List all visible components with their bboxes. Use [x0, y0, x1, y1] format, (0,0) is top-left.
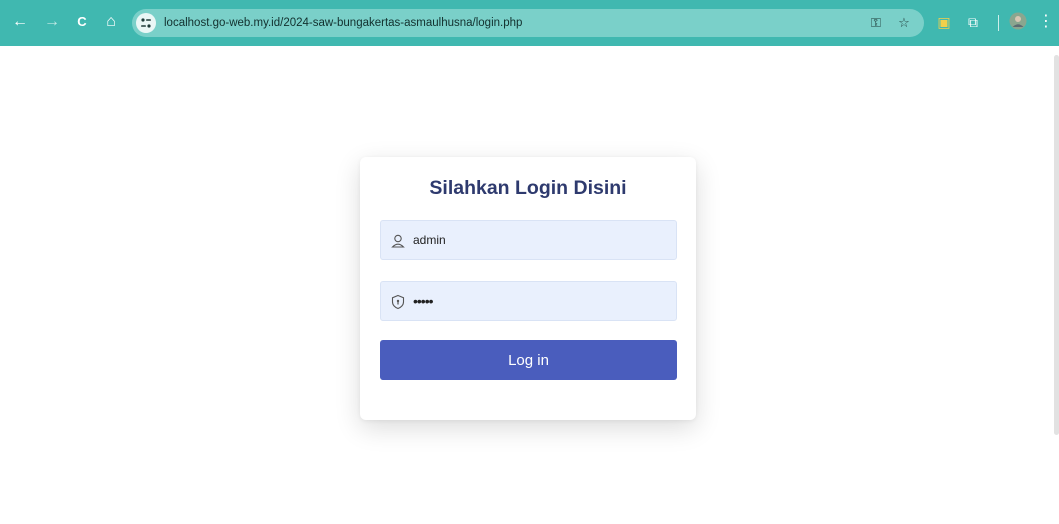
browser-toolbar: ← → C ⌂ localhost.go-web.my.id/2024-saw-…: [0, 0, 1059, 46]
address-bar[interactable]: localhost.go-web.my.id/2024-saw-bungaker…: [132, 9, 924, 37]
menu-kebab-icon[interactable]: ⋮: [1036, 12, 1056, 32]
login-title: Silahkan Login Disini: [429, 177, 627, 199]
page-scrollbar[interactable]: [1054, 55, 1059, 435]
password-input[interactable]: [413, 282, 668, 320]
toolbar-divider: [998, 15, 999, 31]
username-field[interactable]: [380, 220, 677, 260]
back-button[interactable]: ←: [10, 12, 30, 32]
key-icon[interactable]: ⚿: [866, 13, 886, 33]
extension-icon[interactable]: ▣: [934, 12, 954, 32]
login-button[interactable]: Log in: [380, 340, 677, 380]
password-field[interactable]: [380, 281, 677, 321]
login-card: Silahkan Login Disini Log in: [360, 157, 696, 420]
bookmark-star-icon[interactable]: ☆: [894, 13, 914, 33]
forward-button[interactable]: →: [42, 12, 62, 32]
url-text[interactable]: localhost.go-web.my.id/2024-saw-bungaker…: [164, 9, 522, 37]
extensions-puzzle-icon[interactable]: ⧉: [963, 12, 983, 32]
reload-button[interactable]: C: [72, 12, 92, 32]
shield-icon: [390, 294, 406, 310]
site-info-icon[interactable]: [136, 13, 156, 33]
user-icon: [390, 233, 406, 249]
profile-avatar[interactable]: [1008, 12, 1028, 32]
username-input[interactable]: [413, 221, 668, 259]
home-button[interactable]: ⌂: [101, 12, 121, 32]
